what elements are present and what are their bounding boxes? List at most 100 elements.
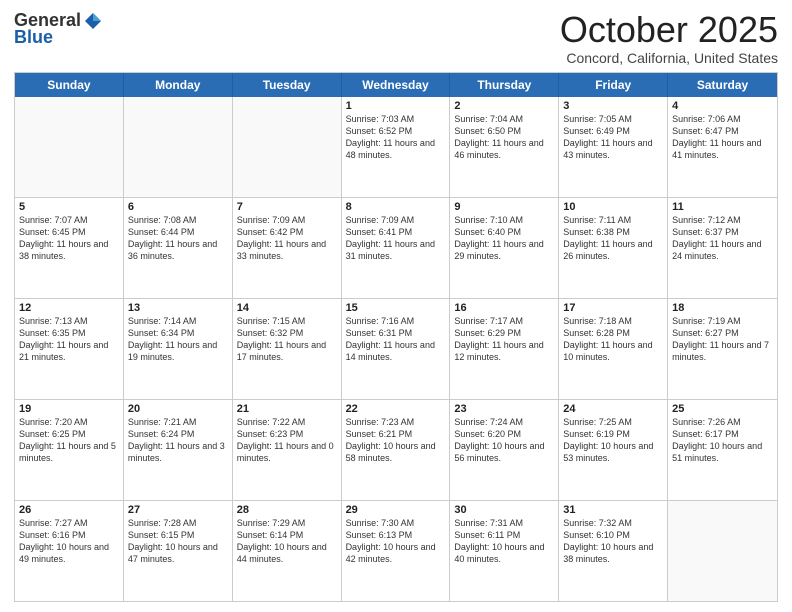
day-number: 25 — [672, 403, 773, 415]
calendar-cell: 19Sunrise: 7:20 AM Sunset: 6:25 PM Dayli… — [15, 400, 124, 500]
day-info: Sunrise: 7:07 AM Sunset: 6:45 PM Dayligh… — [19, 214, 119, 263]
calendar-row: 5Sunrise: 7:07 AM Sunset: 6:45 PM Daylig… — [15, 198, 777, 299]
day-info: Sunrise: 7:18 AM Sunset: 6:28 PM Dayligh… — [563, 315, 663, 364]
day-info: Sunrise: 7:12 AM Sunset: 6:37 PM Dayligh… — [672, 214, 773, 263]
day-number: 5 — [19, 201, 119, 213]
calendar-cell: 10Sunrise: 7:11 AM Sunset: 6:38 PM Dayli… — [559, 198, 668, 298]
calendar-cell: 22Sunrise: 7:23 AM Sunset: 6:21 PM Dayli… — [342, 400, 451, 500]
calendar: SundayMondayTuesdayWednesdayThursdayFrid… — [14, 72, 778, 602]
page: General Blue October 2025 Concord, Calif… — [0, 0, 792, 612]
calendar-cell: 29Sunrise: 7:30 AM Sunset: 6:13 PM Dayli… — [342, 501, 451, 601]
calendar-cell: 3Sunrise: 7:05 AM Sunset: 6:49 PM Daylig… — [559, 97, 668, 197]
title-block: October 2025 Concord, California, United… — [560, 10, 778, 66]
day-number: 31 — [563, 504, 663, 516]
day-info: Sunrise: 7:22 AM Sunset: 6:23 PM Dayligh… — [237, 416, 337, 465]
day-number: 13 — [128, 302, 228, 314]
day-info: Sunrise: 7:14 AM Sunset: 6:34 PM Dayligh… — [128, 315, 228, 364]
day-number: 1 — [346, 100, 446, 112]
calendar-cell: 14Sunrise: 7:15 AM Sunset: 6:32 PM Dayli… — [233, 299, 342, 399]
day-number: 22 — [346, 403, 446, 415]
day-number: 3 — [563, 100, 663, 112]
calendar-cell: 5Sunrise: 7:07 AM Sunset: 6:45 PM Daylig… — [15, 198, 124, 298]
day-info: Sunrise: 7:16 AM Sunset: 6:31 PM Dayligh… — [346, 315, 446, 364]
day-number: 4 — [672, 100, 773, 112]
day-number: 11 — [672, 201, 773, 213]
calendar-cell: 6Sunrise: 7:08 AM Sunset: 6:44 PM Daylig… — [124, 198, 233, 298]
calendar-cell: 18Sunrise: 7:19 AM Sunset: 6:27 PM Dayli… — [668, 299, 777, 399]
day-number: 26 — [19, 504, 119, 516]
day-number: 19 — [19, 403, 119, 415]
calendar-header-cell: Tuesday — [233, 73, 342, 97]
day-number: 20 — [128, 403, 228, 415]
day-number: 6 — [128, 201, 228, 213]
calendar-cell — [668, 501, 777, 601]
calendar-cell: 30Sunrise: 7:31 AM Sunset: 6:11 PM Dayli… — [450, 501, 559, 601]
day-info: Sunrise: 7:17 AM Sunset: 6:29 PM Dayligh… — [454, 315, 554, 364]
calendar-cell: 25Sunrise: 7:26 AM Sunset: 6:17 PM Dayli… — [668, 400, 777, 500]
day-number: 15 — [346, 302, 446, 314]
calendar-cell — [233, 97, 342, 197]
day-number: 9 — [454, 201, 554, 213]
calendar-cell: 26Sunrise: 7:27 AM Sunset: 6:16 PM Dayli… — [15, 501, 124, 601]
calendar-cell: 31Sunrise: 7:32 AM Sunset: 6:10 PM Dayli… — [559, 501, 668, 601]
calendar-row: 12Sunrise: 7:13 AM Sunset: 6:35 PM Dayli… — [15, 299, 777, 400]
calendar-cell: 16Sunrise: 7:17 AM Sunset: 6:29 PM Dayli… — [450, 299, 559, 399]
day-info: Sunrise: 7:30 AM Sunset: 6:13 PM Dayligh… — [346, 517, 446, 566]
calendar-cell: 4Sunrise: 7:06 AM Sunset: 6:47 PM Daylig… — [668, 97, 777, 197]
day-number: 24 — [563, 403, 663, 415]
day-info: Sunrise: 7:13 AM Sunset: 6:35 PM Dayligh… — [19, 315, 119, 364]
day-info: Sunrise: 7:15 AM Sunset: 6:32 PM Dayligh… — [237, 315, 337, 364]
calendar-cell: 12Sunrise: 7:13 AM Sunset: 6:35 PM Dayli… — [15, 299, 124, 399]
calendar-cell: 21Sunrise: 7:22 AM Sunset: 6:23 PM Dayli… — [233, 400, 342, 500]
day-number: 12 — [19, 302, 119, 314]
day-number: 14 — [237, 302, 337, 314]
day-info: Sunrise: 7:24 AM Sunset: 6:20 PM Dayligh… — [454, 416, 554, 465]
day-info: Sunrise: 7:09 AM Sunset: 6:42 PM Dayligh… — [237, 214, 337, 263]
calendar-cell — [124, 97, 233, 197]
day-info: Sunrise: 7:03 AM Sunset: 6:52 PM Dayligh… — [346, 113, 446, 162]
day-number: 17 — [563, 302, 663, 314]
day-number: 16 — [454, 302, 554, 314]
calendar-cell: 17Sunrise: 7:18 AM Sunset: 6:28 PM Dayli… — [559, 299, 668, 399]
calendar-cell: 9Sunrise: 7:10 AM Sunset: 6:40 PM Daylig… — [450, 198, 559, 298]
day-info: Sunrise: 7:28 AM Sunset: 6:15 PM Dayligh… — [128, 517, 228, 566]
day-info: Sunrise: 7:26 AM Sunset: 6:17 PM Dayligh… — [672, 416, 773, 465]
header: General Blue October 2025 Concord, Calif… — [14, 10, 778, 66]
calendar-header-cell: Thursday — [450, 73, 559, 97]
day-info: Sunrise: 7:20 AM Sunset: 6:25 PM Dayligh… — [19, 416, 119, 465]
calendar-cell: 11Sunrise: 7:12 AM Sunset: 6:37 PM Dayli… — [668, 198, 777, 298]
day-number: 8 — [346, 201, 446, 213]
day-number: 29 — [346, 504, 446, 516]
day-info: Sunrise: 7:29 AM Sunset: 6:14 PM Dayligh… — [237, 517, 337, 566]
calendar-body: 1Sunrise: 7:03 AM Sunset: 6:52 PM Daylig… — [15, 97, 777, 601]
day-info: Sunrise: 7:10 AM Sunset: 6:40 PM Dayligh… — [454, 214, 554, 263]
day-info: Sunrise: 7:04 AM Sunset: 6:50 PM Dayligh… — [454, 113, 554, 162]
calendar-header: SundayMondayTuesdayWednesdayThursdayFrid… — [15, 73, 777, 97]
day-info: Sunrise: 7:21 AM Sunset: 6:24 PM Dayligh… — [128, 416, 228, 465]
logo: General Blue — [14, 10, 103, 48]
calendar-cell: 15Sunrise: 7:16 AM Sunset: 6:31 PM Dayli… — [342, 299, 451, 399]
day-info: Sunrise: 7:32 AM Sunset: 6:10 PM Dayligh… — [563, 517, 663, 566]
day-number: 23 — [454, 403, 554, 415]
day-info: Sunrise: 7:19 AM Sunset: 6:27 PM Dayligh… — [672, 315, 773, 364]
day-number: 2 — [454, 100, 554, 112]
logo-icon — [83, 11, 103, 31]
calendar-cell: 23Sunrise: 7:24 AM Sunset: 6:20 PM Dayli… — [450, 400, 559, 500]
location: Concord, California, United States — [560, 50, 778, 66]
day-number: 28 — [237, 504, 337, 516]
calendar-header-cell: Friday — [559, 73, 668, 97]
calendar-cell: 8Sunrise: 7:09 AM Sunset: 6:41 PM Daylig… — [342, 198, 451, 298]
calendar-row: 26Sunrise: 7:27 AM Sunset: 6:16 PM Dayli… — [15, 501, 777, 601]
day-info: Sunrise: 7:23 AM Sunset: 6:21 PM Dayligh… — [346, 416, 446, 465]
day-info: Sunrise: 7:27 AM Sunset: 6:16 PM Dayligh… — [19, 517, 119, 566]
calendar-cell: 13Sunrise: 7:14 AM Sunset: 6:34 PM Dayli… — [124, 299, 233, 399]
day-info: Sunrise: 7:05 AM Sunset: 6:49 PM Dayligh… — [563, 113, 663, 162]
day-number: 27 — [128, 504, 228, 516]
calendar-row: 1Sunrise: 7:03 AM Sunset: 6:52 PM Daylig… — [15, 97, 777, 198]
calendar-cell: 28Sunrise: 7:29 AM Sunset: 6:14 PM Dayli… — [233, 501, 342, 601]
calendar-cell: 24Sunrise: 7:25 AM Sunset: 6:19 PM Dayli… — [559, 400, 668, 500]
calendar-cell: 2Sunrise: 7:04 AM Sunset: 6:50 PM Daylig… — [450, 97, 559, 197]
calendar-cell: 1Sunrise: 7:03 AM Sunset: 6:52 PM Daylig… — [342, 97, 451, 197]
calendar-row: 19Sunrise: 7:20 AM Sunset: 6:25 PM Dayli… — [15, 400, 777, 501]
calendar-header-cell: Sunday — [15, 73, 124, 97]
